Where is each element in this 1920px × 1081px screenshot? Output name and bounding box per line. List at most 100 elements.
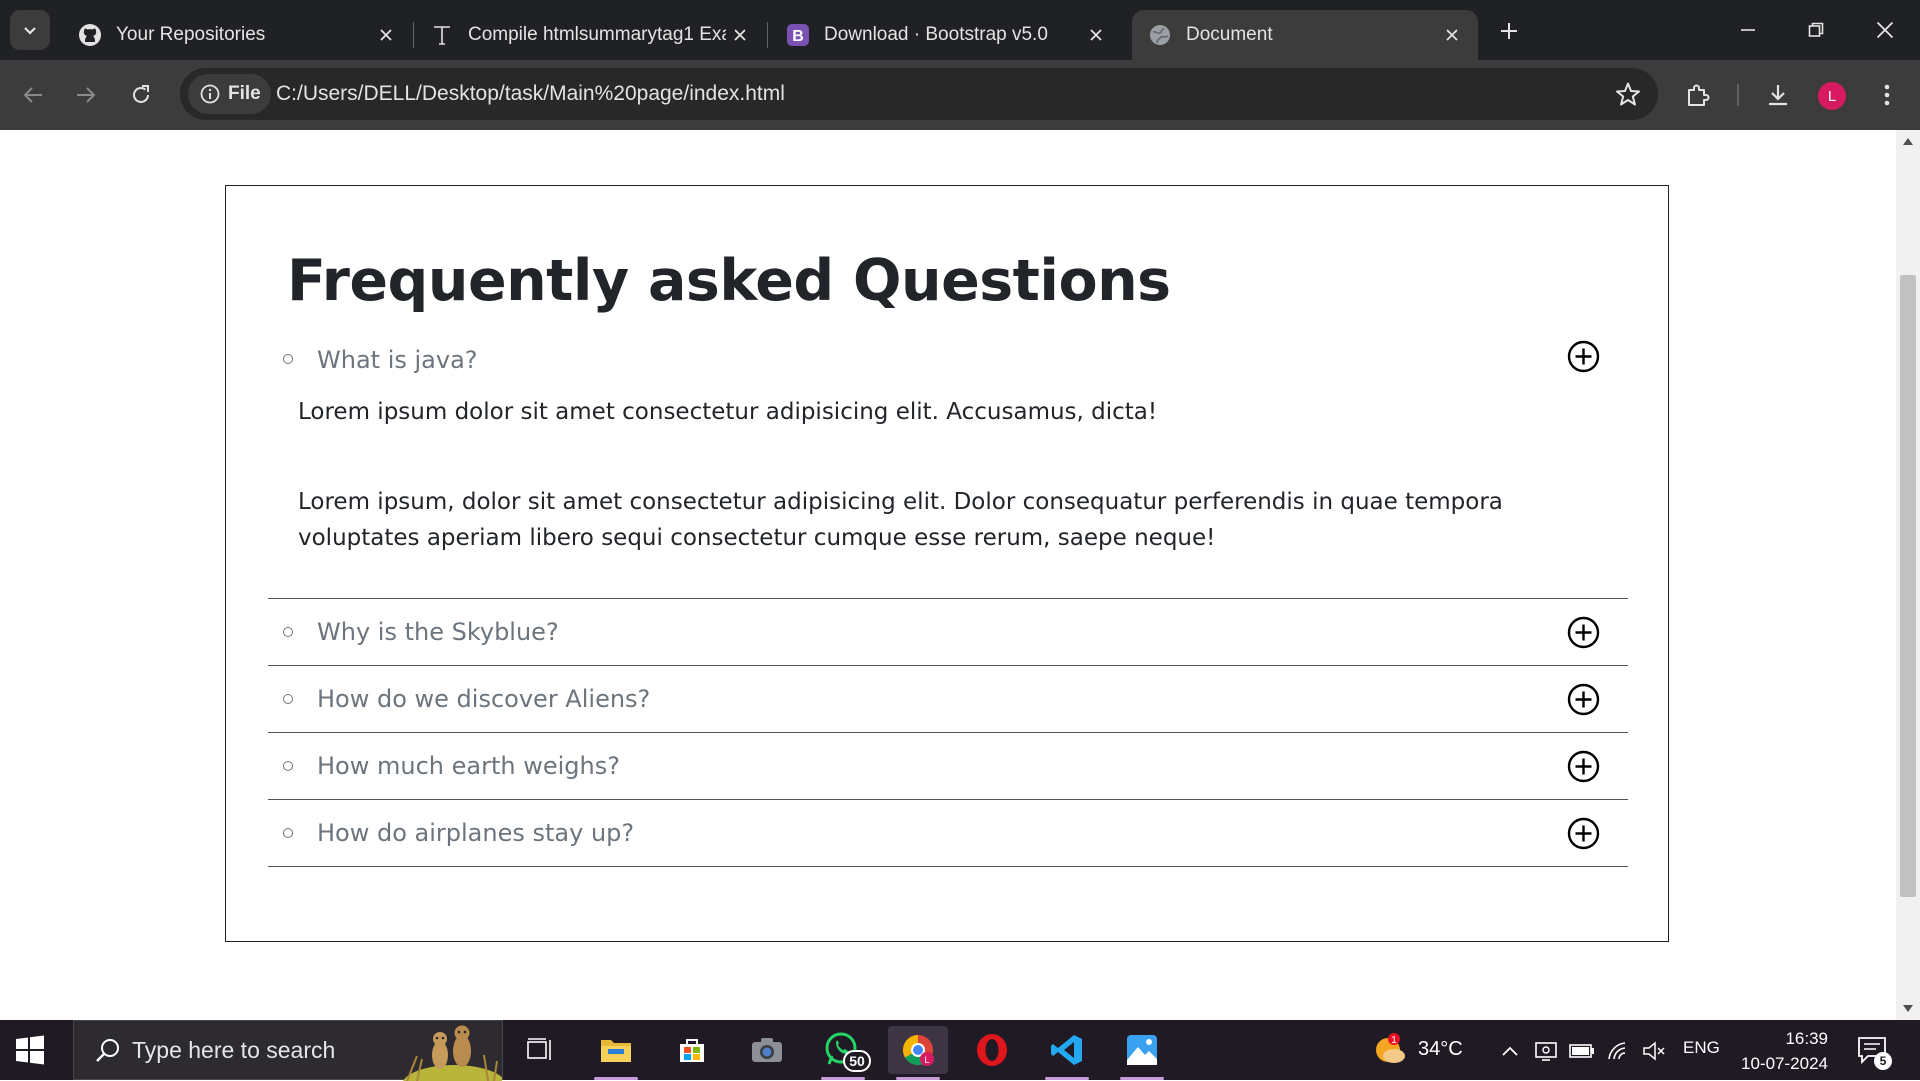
- scroll-down-arrow-icon[interactable]: [1903, 1005, 1913, 1012]
- page-scrollbar[interactable]: [1896, 130, 1920, 1020]
- new-tab-button[interactable]: [1492, 14, 1526, 48]
- star-icon: [1616, 82, 1640, 106]
- folder-icon: [601, 1040, 631, 1062]
- faq-question: Why is the Skyblue?: [317, 618, 559, 646]
- opera-button[interactable]: [962, 1026, 1022, 1074]
- faq-question: How do airplanes stay up?: [317, 819, 635, 847]
- tab-title: Your Repositories: [116, 24, 266, 45]
- tab-your-repositories[interactable]: Your Repositories: [62, 10, 412, 60]
- minimize-button[interactable]: [1723, 10, 1773, 50]
- faq-question: How do we discover Aliens?: [317, 685, 651, 713]
- tab-divider: [767, 22, 768, 48]
- wifi-icon: [1608, 1042, 1626, 1060]
- plus-circle-icon[interactable]: [1567, 340, 1600, 373]
- chevron-up-icon: [1502, 1046, 1518, 1056]
- faq-question-toggle[interactable]: How much earth weighs?: [268, 733, 1628, 799]
- faq-question-toggle[interactable]: How do airplanes stay up?: [268, 800, 1628, 866]
- minimize-icon: [1741, 29, 1755, 31]
- tab-compile-htmlsummarytag[interactable]: Compile htmlsummarytag1 Exa: [414, 10, 766, 60]
- tab-title: Download · Bootstrap v5.0: [824, 24, 1048, 45]
- vscode-icon: [1051, 1035, 1082, 1065]
- weather-widget[interactable]: 1 34°C: [1372, 1032, 1463, 1066]
- faq-question: What is java?: [317, 346, 478, 374]
- faq-question: How much earth weighs?: [317, 752, 620, 780]
- address-bar[interactable]: File C:/Users/DELL/Desktop/task/Main%20p…: [180, 68, 1658, 120]
- faq-question-toggle[interactable]: Why is the Skyblue?: [268, 599, 1628, 665]
- site-info-chip[interactable]: File: [188, 74, 271, 114]
- weather-alert-count: 1: [1391, 1035, 1397, 1046]
- site-info-label: File: [228, 83, 261, 104]
- chevron-down-icon: [24, 27, 36, 35]
- task-view-button[interactable]: [510, 1026, 570, 1074]
- vscode-button[interactable]: [1037, 1026, 1097, 1080]
- meet-now-tray-button[interactable]: [1533, 1038, 1559, 1064]
- puzzle-icon: [1688, 84, 1710, 106]
- faq-item: How do we discover Aliens?: [268, 666, 1628, 733]
- show-hidden-icons-button[interactable]: [1497, 1038, 1523, 1064]
- notification-count-badge: 5: [1874, 1052, 1892, 1070]
- downloads-button[interactable]: [1757, 74, 1799, 116]
- close-tab-icon[interactable]: [726, 21, 754, 49]
- kebab-menu-icon: [1884, 84, 1890, 106]
- faq-answer-paragraph: Lorem ipsum dolor sit amet consectetur a…: [298, 399, 1158, 425]
- bookmark-button[interactable]: [1612, 78, 1644, 110]
- close-tab-icon[interactable]: [1082, 21, 1110, 49]
- faq-item: How do airplanes stay up?: [268, 800, 1628, 867]
- plus-circle-icon[interactable]: [1567, 616, 1600, 649]
- url-text[interactable]: C:/Users/DELL/Desktop/task/Main%20page/i…: [276, 68, 785, 120]
- camera-button[interactable]: [737, 1026, 797, 1074]
- extensions-button[interactable]: [1677, 74, 1719, 116]
- weather-temperature: 34°C: [1418, 1037, 1463, 1060]
- toolbar-divider: [1737, 84, 1739, 106]
- close-window-button[interactable]: [1860, 10, 1910, 50]
- browser-toolbar: File C:/Users/DELL/Desktop/task/Main%20p…: [0, 60, 1920, 130]
- github-icon: [78, 23, 102, 47]
- input-language-indicator[interactable]: ENG: [1683, 1038, 1720, 1058]
- close-tab-icon[interactable]: [372, 21, 400, 49]
- scrollbar-thumb[interactable]: [1900, 275, 1916, 897]
- display-icon: [1535, 1042, 1557, 1061]
- profile-avatar[interactable]: L: [1818, 82, 1846, 110]
- text-t-icon: [430, 23, 454, 47]
- close-tab-icon[interactable]: [1438, 21, 1466, 49]
- browser-menu-button[interactable]: [1866, 74, 1908, 116]
- whatsapp-button[interactable]: 50: [813, 1026, 873, 1080]
- volume-tray-button[interactable]: [1641, 1038, 1667, 1064]
- arrow-right-icon: [77, 87, 96, 103]
- plus-circle-icon[interactable]: [1567, 817, 1600, 850]
- svg-text:B: B: [792, 28, 804, 45]
- restore-button[interactable]: [1791, 10, 1841, 50]
- faq-question-toggle[interactable]: How do we discover Aliens?: [268, 666, 1628, 732]
- plus-circle-icon[interactable]: [1567, 683, 1600, 716]
- tab-document[interactable]: Document: [1132, 10, 1478, 60]
- notification-badge: 50: [843, 1050, 871, 1072]
- page-title: Frequently asked Questions: [287, 248, 1171, 314]
- battery-tray-button[interactable]: [1569, 1038, 1595, 1064]
- meerkat-search-highlight-icon: [403, 1025, 502, 1081]
- plus-circle-icon[interactable]: [1567, 750, 1600, 783]
- clock[interactable]: 16:39 10-07-2024: [1736, 1026, 1828, 1076]
- bullet-circle-icon: [283, 627, 293, 637]
- reload-button[interactable]: [120, 74, 162, 116]
- tab-download-bootstrap[interactable]: B Download · Bootstrap v5.0: [770, 10, 1122, 60]
- taskbar-search-box[interactable]: Type here to search: [73, 1020, 503, 1081]
- faq-answer-paragraph: Lorem ipsum, dolor sit amet consectetur …: [298, 489, 1503, 551]
- faq-container: Frequently asked Questions What is java?…: [225, 185, 1669, 942]
- notification-center-button[interactable]: 5: [1856, 1034, 1892, 1070]
- camera-icon: [752, 1038, 782, 1062]
- forward-button[interactable]: [65, 74, 107, 116]
- file-explorer-button[interactable]: [586, 1026, 646, 1080]
- photos-button[interactable]: [1112, 1026, 1172, 1080]
- back-button[interactable]: [12, 74, 54, 116]
- windows-start-icon[interactable]: [14, 1034, 46, 1066]
- network-tray-button[interactable]: [1605, 1038, 1631, 1064]
- faq-question-toggle[interactable]: What is java?: [268, 338, 1628, 394]
- bullet-circle-icon: [283, 694, 293, 704]
- opera-icon: [977, 1034, 1007, 1066]
- restore-icon: [1808, 22, 1824, 37]
- chrome-button[interactable]: L: [888, 1026, 948, 1080]
- faq-item: Why is the Skyblue?: [268, 599, 1628, 666]
- microsoft-store-button[interactable]: [662, 1026, 722, 1074]
- tab-search-button[interactable]: [10, 10, 50, 50]
- scroll-up-arrow-icon[interactable]: [1903, 138, 1913, 145]
